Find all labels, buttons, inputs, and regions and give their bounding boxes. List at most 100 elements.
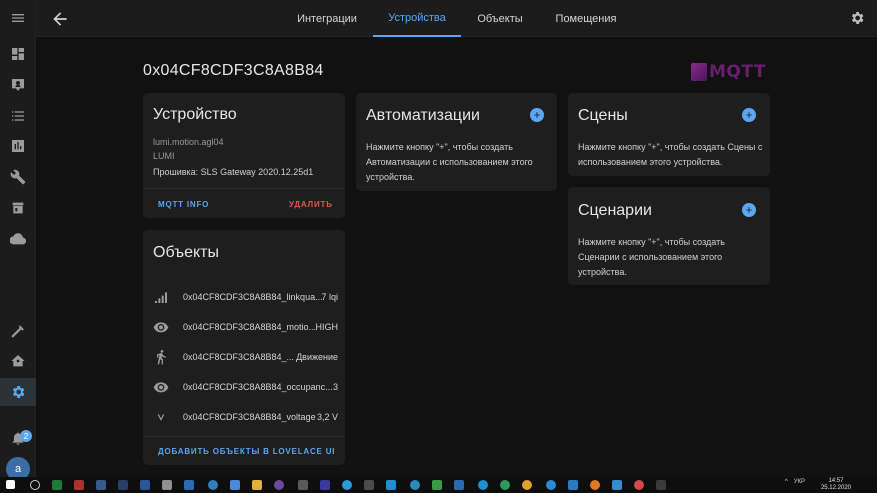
app-icon[interactable] [320, 480, 330, 490]
add-scene-button[interactable] [742, 108, 756, 122]
page-title: 0x04CF8CDF3C8A8B84 [143, 62, 324, 79]
tray-chevron-icon[interactable]: ^ [785, 479, 788, 485]
sidebar-item-cloud[interactable] [0, 225, 36, 253]
app-icon[interactable] [386, 480, 396, 490]
settings-button[interactable] [849, 10, 865, 26]
telegram-icon[interactable] [410, 480, 420, 490]
app-icon[interactable] [230, 480, 240, 490]
sidebar-item-hacs[interactable] [0, 194, 36, 222]
wrench-icon [10, 169, 26, 185]
entity-name: 0x04CF8CDF3C8A8B84_occupanc... [183, 382, 333, 392]
scenes-card-title: Сцены [578, 107, 628, 124]
mqtt-logo-mark [691, 63, 707, 81]
device-manufacturer: LUMI [153, 151, 175, 161]
entity-name: 0x04CF8CDF3C8A8B84_voltage [183, 412, 316, 422]
logbook-icon [12, 111, 24, 121]
folder-icon[interactable] [252, 480, 262, 490]
sidebar-item-map[interactable] [0, 71, 36, 99]
entity-state: 7 lqi [321, 292, 338, 302]
search-icon[interactable] [30, 480, 40, 490]
app-icon[interactable] [454, 480, 464, 490]
device-card-title: Устройство [153, 106, 237, 123]
skype-icon[interactable] [342, 480, 352, 490]
tab-entities[interactable]: Объекты [466, 0, 534, 37]
entities-card-title: Объекты [153, 244, 219, 261]
entity-state: HIGH [315, 322, 339, 332]
sidebar-item-history[interactable] [0, 132, 36, 160]
entity-name: 0x04CF8CDF3C8A8B84_motio... [183, 322, 317, 332]
app-icon[interactable] [500, 480, 510, 490]
tray-lang[interactable]: УКР [794, 479, 805, 485]
word-icon[interactable] [140, 480, 150, 490]
scripts-card-title: Сценарии [578, 202, 652, 219]
map-icon [12, 79, 24, 91]
app-icon[interactable] [96, 480, 106, 490]
app-icon[interactable] [274, 480, 284, 490]
sidebar-item-logbook[interactable] [0, 102, 36, 130]
delete-button[interactable]: УДАЛИТЬ [289, 200, 333, 209]
clock-date: 25.12.2020 [820, 485, 851, 491]
windows-start-icon[interactable] [6, 480, 15, 489]
sidebar-item-overview[interactable] [0, 40, 36, 68]
app-icon[interactable] [364, 480, 374, 490]
chrome-icon[interactable] [522, 480, 532, 490]
mqtt-info-button[interactable]: MQTT INFO [158, 200, 209, 209]
eye-icon [153, 319, 169, 335]
sidebar-item-settings[interactable] [0, 378, 36, 406]
app-icon[interactable] [432, 480, 442, 490]
vscode-icon[interactable] [568, 480, 578, 490]
scenes-card-text: Нажмите кнопку "+", чтобы создать Сцены … [578, 142, 763, 167]
automations-card-text: Нажмите кнопку "+", чтобы создать Автома… [366, 142, 533, 182]
add-to-lovelace-button[interactable]: ДОБАВИТЬ ОБЪЕКТЫ В LOVELACE UI [158, 447, 335, 456]
sidebar-item-tools[interactable] [0, 163, 36, 191]
app-icon[interactable] [74, 480, 84, 490]
app-icon[interactable] [546, 480, 556, 490]
app-icon[interactable] [634, 480, 644, 490]
app-icon[interactable] [656, 480, 666, 490]
tab-areas[interactable]: Помещения [546, 0, 626, 37]
app-icon[interactable] [298, 480, 308, 490]
arrow-left-icon [53, 12, 67, 26]
entity-row[interactable]: 0x04CF8CDF3C8A8B84_... Движение [143, 342, 346, 372]
entity-row[interactable]: 0x04CF8CDF3C8A8B84_linkqua... 7 lqi [143, 282, 346, 312]
entity-row[interactable]: 0x04CF8CDF3C8A8B84_motio... HIGH [143, 312, 346, 342]
entity-row[interactable]: 0x04CF8CDF3C8A8B84_occupanc... 3 [143, 372, 346, 402]
app-icon[interactable] [184, 480, 194, 490]
device-firmware: Прошивка: SLS Gateway 2020.12.25d1 [153, 167, 314, 177]
entity-state: 3 [332, 382, 338, 392]
photoshop-icon[interactable] [118, 480, 128, 490]
hammer-icon [11, 325, 24, 338]
tab-integrations[interactable]: Интеграции [286, 0, 368, 37]
card-divider [143, 436, 345, 437]
gear-icon [851, 12, 864, 24]
scripts-card-text: Нажмите кнопку "+", чтобы создать Сценар… [578, 237, 725, 277]
os-taskbar: ^ УКР 14:57 25.12.2020 [0, 477, 877, 493]
hacs-icon [12, 202, 24, 214]
sidebar-item-developer-tools[interactable] [0, 317, 36, 345]
back-button[interactable] [50, 9, 70, 29]
automations-card-title: Автоматизации [366, 107, 480, 124]
menu-icon [12, 14, 24, 22]
taskbar-clock[interactable]: 14:57 25.12.2020 [821, 478, 851, 492]
dashboard-icon [12, 48, 24, 60]
home-gear-icon [11, 355, 25, 367]
entity-state: Движение [296, 352, 338, 362]
browser-icon[interactable] [208, 480, 218, 490]
entities-card: Объекты 0x04CF8CDF3C8A8B84_linkqua... 7 … [143, 230, 345, 465]
app-icon[interactable] [612, 480, 622, 490]
edge-icon[interactable] [478, 480, 488, 490]
tab-devices[interactable]: Устройства [373, 0, 461, 37]
excel-icon[interactable] [52, 480, 62, 490]
app-icon[interactable] [162, 480, 172, 490]
device-model: lumi.motion.agl04 [153, 137, 224, 147]
entity-name: 0x04CF8CDF3C8A8B84_linkqua... [183, 292, 323, 302]
menu-button[interactable] [0, 4, 36, 32]
add-script-button[interactable] [742, 203, 756, 217]
add-automation-button[interactable] [530, 108, 544, 122]
firefox-icon[interactable] [590, 480, 600, 490]
entity-row[interactable]: 0x04CF8CDF3C8A8B84_voltage 3,2 V [143, 402, 346, 432]
mqtt-logo: MQTT [691, 62, 771, 82]
scripts-card: Сценарии Нажмите кнопку "+", чтобы созда… [568, 187, 770, 285]
automations-card: Автоматизации Нажмите кнопку "+", чтобы … [356, 93, 557, 191]
sidebar-item-supervisor[interactable] [0, 347, 36, 375]
